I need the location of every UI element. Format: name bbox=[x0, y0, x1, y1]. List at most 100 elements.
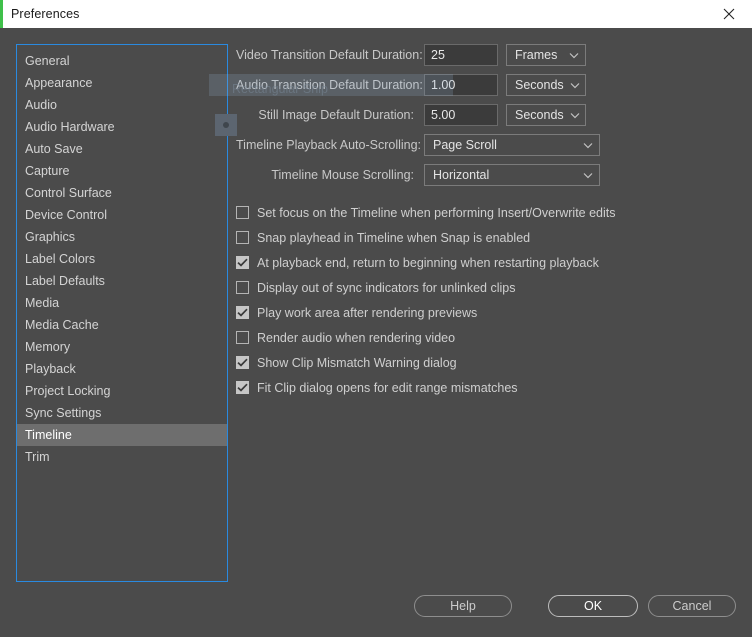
sidebar-item-control-surface[interactable]: Control Surface bbox=[17, 182, 227, 204]
duration-field-row: Video Transition Default Duration: Frames bbox=[236, 44, 736, 66]
setting-select[interactable]: Horizontal bbox=[424, 164, 600, 186]
splitter-grip-dot-icon bbox=[223, 122, 229, 128]
chevron-down-icon bbox=[569, 48, 579, 62]
ok-button[interactable]: OK bbox=[548, 595, 638, 617]
sidebar-item-label: Device Control bbox=[25, 208, 107, 222]
sidebar-item-media[interactable]: Media bbox=[17, 292, 227, 314]
sidebar-item-label: Media Cache bbox=[25, 318, 99, 332]
duration-unit-select[interactable]: Seconds bbox=[506, 104, 586, 126]
checkbox-label: Show Clip Mismatch Warning dialog bbox=[257, 356, 457, 370]
sidebar-item-audio-hardware[interactable]: Audio Hardware bbox=[17, 116, 227, 138]
checkbox-label: At playback end, return to beginning whe… bbox=[257, 256, 599, 270]
help-button[interactable]: Help bbox=[414, 595, 512, 617]
select-field-row: Timeline Mouse Scrolling: Horizontal bbox=[236, 164, 736, 186]
setting-select-value: Page Scroll bbox=[433, 138, 577, 152]
checkbox-label: Render audio when rendering video bbox=[257, 331, 455, 345]
sidebar-item-label: Control Surface bbox=[25, 186, 112, 200]
sidebar-item-label: Graphics bbox=[25, 230, 75, 244]
sidebar-item-playback[interactable]: Playback bbox=[17, 358, 227, 380]
setting-select-value: Horizontal bbox=[433, 168, 577, 182]
checkbox-unchecked-icon[interactable] bbox=[236, 231, 249, 244]
sidebar-item-label-defaults[interactable]: Label Defaults bbox=[17, 270, 227, 292]
sidebar-item-label: Sync Settings bbox=[25, 406, 101, 420]
sidebar-item-memory[interactable]: Memory bbox=[17, 336, 227, 358]
field-label: Timeline Playback Auto-Scrolling: bbox=[236, 138, 424, 152]
checkbox-row[interactable]: Play work area after rendering previews bbox=[236, 300, 736, 325]
sidebar-item-trim[interactable]: Trim bbox=[17, 446, 227, 468]
checkbox-label: Play work area after rendering previews bbox=[257, 306, 477, 320]
sidebar-item-label: Project Locking bbox=[25, 384, 110, 398]
sidebar-item-sync-settings[interactable]: Sync Settings bbox=[17, 402, 227, 424]
sidebar-item-general[interactable]: General bbox=[17, 50, 227, 72]
sidebar-item-label: Auto Save bbox=[25, 142, 83, 156]
chevron-down-icon bbox=[583, 138, 593, 152]
close-button[interactable] bbox=[706, 0, 752, 28]
duration-unit-value: Seconds bbox=[515, 78, 564, 92]
duration-value-input[interactable] bbox=[424, 44, 498, 66]
window-title: Preferences bbox=[11, 7, 80, 21]
sidebar-item-capture[interactable]: Capture bbox=[17, 160, 227, 182]
checkbox-unchecked-icon[interactable] bbox=[236, 281, 249, 294]
sidebar-item-label: Trim bbox=[25, 450, 50, 464]
duration-field-row: Still Image Default Duration: Seconds bbox=[236, 104, 736, 126]
checkbox-row[interactable]: Display out of sync indicators for unlin… bbox=[236, 275, 736, 300]
category-list[interactable]: General Appearance Audio Audio Hardware Auto… bbox=[16, 44, 228, 582]
field-label: Timeline Mouse Scrolling: bbox=[236, 168, 424, 182]
duration-value-input[interactable] bbox=[424, 104, 498, 126]
checkbox-row[interactable]: Render audio when rendering video bbox=[236, 325, 736, 350]
title-bar: Preferences bbox=[0, 0, 752, 28]
chevron-down-icon bbox=[570, 78, 580, 92]
sidebar-item-device-control[interactable]: Device Control bbox=[17, 204, 227, 226]
checkbox-checked-icon[interactable] bbox=[236, 356, 249, 369]
chevron-down-icon bbox=[570, 108, 580, 122]
checkbox-row[interactable]: At playback end, return to beginning whe… bbox=[236, 250, 736, 275]
close-icon bbox=[723, 8, 735, 20]
checkbox-unchecked-icon[interactable] bbox=[236, 331, 249, 344]
sidebar-item-label: Media bbox=[25, 296, 59, 310]
splitter-grip-handle[interactable] bbox=[215, 114, 237, 136]
field-label: Audio Transition Default Duration: bbox=[236, 78, 424, 92]
settings-pane: Video Transition Default Duration: Frames… bbox=[236, 44, 736, 582]
checkbox-checked-icon[interactable] bbox=[236, 256, 249, 269]
sidebar-item-label: Memory bbox=[25, 340, 70, 354]
duration-field-group: Video Transition Default Duration: Frames… bbox=[236, 44, 736, 126]
sidebar-item-graphics[interactable]: Graphics bbox=[17, 226, 227, 248]
select-field-row: Timeline Playback Auto-Scrolling: Page Sc… bbox=[236, 134, 736, 156]
checkbox-label: Fit Clip dialog opens for edit range mis… bbox=[257, 381, 518, 395]
sidebar-item-label: Audio Hardware bbox=[25, 120, 115, 134]
duration-field-row: Audio Transition Default Duration: Second… bbox=[236, 74, 736, 96]
checkbox-unchecked-icon[interactable] bbox=[236, 206, 249, 219]
sidebar-item-label: Timeline bbox=[25, 428, 72, 442]
sidebar-item-auto-save[interactable]: Auto Save bbox=[17, 138, 227, 160]
sidebar-item-label: Appearance bbox=[25, 76, 92, 90]
sidebar-item-project-locking[interactable]: Project Locking bbox=[17, 380, 227, 402]
checkbox-checked-icon[interactable] bbox=[236, 381, 249, 394]
duration-value-input[interactable] bbox=[424, 74, 498, 96]
sidebar-item-media-cache[interactable]: Media Cache bbox=[17, 314, 227, 336]
setting-select[interactable]: Page Scroll bbox=[424, 134, 600, 156]
sidebar-item-label: Playback bbox=[25, 362, 76, 376]
duration-unit-select[interactable]: Seconds bbox=[506, 74, 586, 96]
checkbox-checked-icon[interactable] bbox=[236, 306, 249, 319]
sidebar-item-label: General bbox=[25, 54, 69, 68]
cancel-button[interactable]: Cancel bbox=[648, 595, 736, 617]
sidebar-item-timeline[interactable]: Timeline bbox=[17, 424, 227, 446]
field-label: Still Image Default Duration: bbox=[236, 108, 424, 122]
sidebar-item-appearance[interactable]: Appearance bbox=[17, 72, 227, 94]
checkbox-row[interactable]: Snap playhead in Timeline when Snap is e… bbox=[236, 225, 736, 250]
duration-unit-value: Seconds bbox=[515, 108, 564, 122]
checkbox-group: Set focus on the Timeline when performin… bbox=[236, 200, 736, 400]
duration-unit-value: Frames bbox=[515, 48, 563, 62]
checkbox-label: Snap playhead in Timeline when Snap is e… bbox=[257, 231, 530, 245]
checkbox-row[interactable]: Set focus on the Timeline when performin… bbox=[236, 200, 736, 225]
dialog-footer: Help OK Cancel bbox=[0, 595, 752, 637]
duration-unit-select[interactable]: Frames bbox=[506, 44, 586, 66]
sidebar-item-label: Capture bbox=[25, 164, 69, 178]
checkbox-row[interactable]: Show Clip Mismatch Warning dialog bbox=[236, 350, 736, 375]
chevron-down-icon bbox=[583, 168, 593, 182]
sidebar-item-label-colors[interactable]: Label Colors bbox=[17, 248, 227, 270]
sidebar-item-audio[interactable]: Audio bbox=[17, 94, 227, 116]
field-label: Video Transition Default Duration: bbox=[236, 48, 424, 62]
checkbox-row[interactable]: Fit Clip dialog opens for edit range mis… bbox=[236, 375, 736, 400]
checkbox-label: Set focus on the Timeline when performin… bbox=[257, 206, 616, 220]
